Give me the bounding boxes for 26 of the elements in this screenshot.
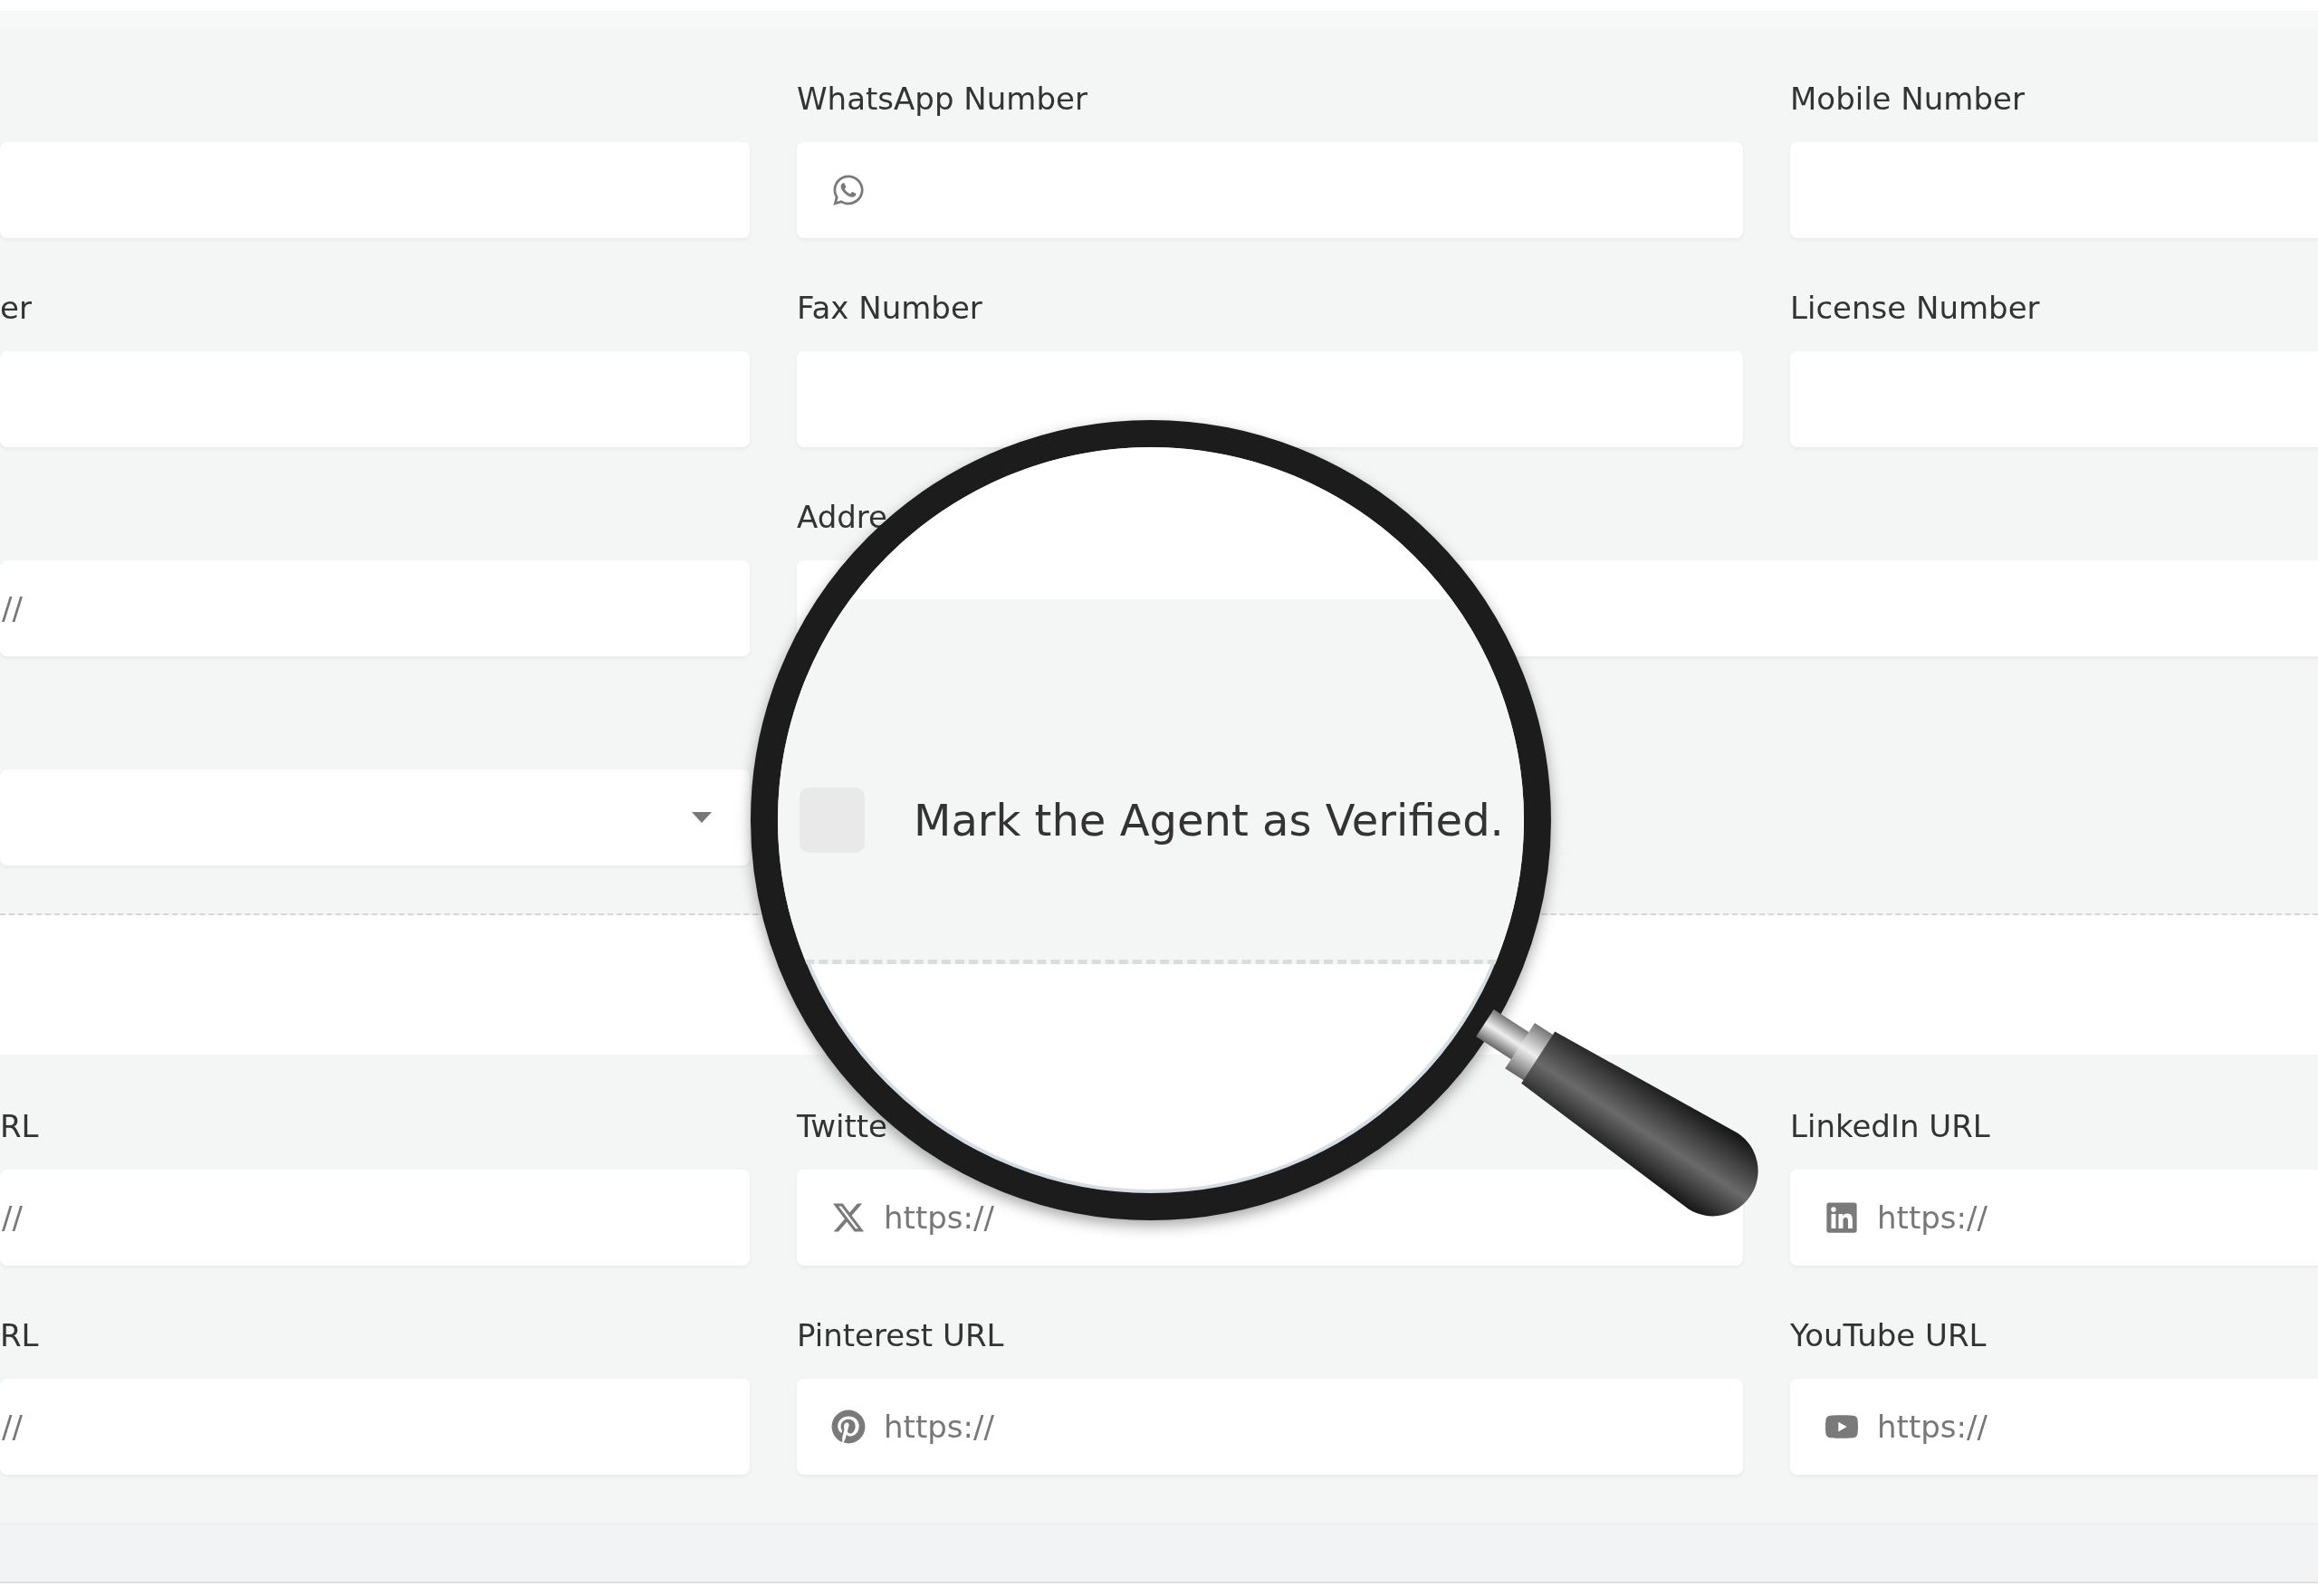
field-label: RL — [0, 1317, 39, 1353]
field-label: Addre — [797, 499, 887, 535]
input-field[interactable]: // — [0, 560, 750, 656]
linkedin-icon — [1825, 1200, 1859, 1235]
input-field[interactable]: // — [0, 1170, 750, 1266]
field-label: WhatsApp Number — [797, 81, 1087, 117]
pinterest-icon — [831, 1410, 866, 1444]
field-label: Twitte — [797, 1108, 887, 1144]
input-field[interactable]: https:// — [1790, 1379, 2318, 1475]
input-field[interactable]: // — [0, 1379, 750, 1475]
field-label: Fax Number — [797, 290, 982, 326]
caret-icon — [692, 812, 712, 823]
select-field[interactable] — [0, 769, 750, 865]
field-label: YouTube URL — [1790, 1317, 1987, 1353]
input-field[interactable] — [797, 351, 1743, 447]
field-label: LinkedIn URL — [1790, 1108, 1990, 1144]
input-field[interactable]: https:// — [797, 1379, 1743, 1475]
field-label: er — [0, 290, 32, 326]
field-label: RL — [0, 1108, 39, 1144]
field-label: License Number — [1790, 290, 2040, 326]
field-label: Pinterest URL — [797, 1317, 1004, 1353]
checkbox-label: Mark the Agent as Verified. — [914, 795, 1504, 846]
input-field[interactable]: https:// — [1790, 1170, 2318, 1266]
field-label: Mobile Number — [1790, 81, 2025, 117]
input-field[interactable] — [797, 142, 1743, 238]
whatsapp-icon — [831, 173, 866, 207]
